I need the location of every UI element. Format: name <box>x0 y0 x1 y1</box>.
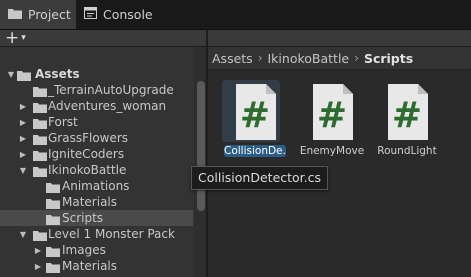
expand-arrow-icon[interactable]: ▼ <box>18 226 28 242</box>
tree-item-label: Animations <box>62 179 130 193</box>
asset-name: CollisionDe... <box>224 145 286 157</box>
folder-tree: ▼ Assets _TerrainAutoUpgrade ▶ Adventure… <box>0 47 206 277</box>
chevron-right-icon: › <box>257 51 263 65</box>
expand-arrow-icon[interactable]: ▶ <box>18 114 28 130</box>
tree-item-label: _TerrainAutoUpgrade <box>48 83 174 97</box>
tree-item-label: Forst <box>48 115 78 129</box>
csharp-script-icon: # <box>228 82 282 142</box>
breadcrumb-item-ikinokobattle[interactable]: IkinokoBattle <box>268 51 350 66</box>
tab-project[interactable]: Project <box>0 0 76 29</box>
tree-item[interactable]: ▶ Materials <box>0 258 193 274</box>
asset-name: EnemyMove <box>299 145 365 157</box>
chevron-right-icon: › <box>354 51 359 65</box>
filename-tooltip: CollisionDetector.cs <box>191 166 329 190</box>
folder-icon <box>46 262 60 276</box>
tree-item-label: IkinokoBattle <box>48 163 127 177</box>
tree-scrollbar-thumb[interactable] <box>197 81 205 211</box>
expand-arrow-icon[interactable]: ▼ <box>18 162 28 178</box>
tree-item-scripts[interactable]: Scripts <box>0 210 193 226</box>
tree-item-label: Assets <box>35 67 80 81</box>
tree-item[interactable]: ▶ IgniteCoders <box>0 146 193 162</box>
tree-item-label: GrassFlowers <box>48 131 129 145</box>
plus-icon: + <box>5 27 20 48</box>
expand-arrow-icon[interactable]: ▶ <box>33 242 43 258</box>
expand-arrow-icon[interactable]: ▶ <box>18 98 28 114</box>
tree-item-assets[interactable]: ▼ Assets <box>0 66 193 82</box>
tree-item[interactable]: ▶ GrassFlowers <box>0 130 193 146</box>
tree-item[interactable]: _TerrainAutoUpgrade <box>0 82 193 98</box>
folder-icon <box>8 8 22 22</box>
tree-item[interactable]: ▶ Adventures_woman <box>0 98 193 114</box>
expand-arrow-icon[interactable]: ▶ <box>18 146 28 162</box>
tree-item-label: Images <box>62 243 106 257</box>
project-toolbar: + ▾ <box>0 27 471 48</box>
breadcrumb-item-scripts[interactable]: Scripts <box>364 51 413 66</box>
tree-item[interactable]: Animations <box>0 178 193 194</box>
tree-item[interactable]: ▶ Forst <box>0 114 193 130</box>
svg-text:#: # <box>392 95 422 136</box>
window-tab-bar: Project Console <box>0 0 471 29</box>
tree-item-label: Materials <box>62 259 118 273</box>
expand-arrow-icon[interactable]: ▼ <box>6 66 16 82</box>
expand-arrow-icon[interactable]: ▶ <box>18 130 28 146</box>
tree-item-label: IgniteCoders <box>48 147 125 161</box>
chevron-down-icon: ▾ <box>21 32 26 43</box>
breadcrumb: Assets › IkinokoBattle › Scripts <box>208 47 471 70</box>
tree-item[interactable]: Materials <box>0 194 193 210</box>
asset-name: RoundLight <box>377 145 437 157</box>
tree-item-label: Scripts <box>62 211 104 225</box>
tree-scrollbar[interactable] <box>194 47 206 277</box>
svg-text:#: # <box>317 95 347 136</box>
tab-console[interactable]: Console <box>76 0 160 29</box>
tree-item[interactable]: ▼ IkinokoBattle <box>0 162 193 178</box>
console-icon <box>84 7 97 22</box>
create-button[interactable]: + ▾ <box>5 27 26 48</box>
csharp-script-icon: # <box>380 82 434 142</box>
expand-arrow-icon[interactable]: ▶ <box>33 258 43 274</box>
svg-text:#: # <box>240 95 270 136</box>
tree-item-label: Level 1 Monster Pack <box>48 227 175 241</box>
tree-item-label: Materials <box>62 195 118 209</box>
csharp-script-icon: # <box>305 82 359 142</box>
breadcrumb-item-assets[interactable]: Assets <box>212 51 253 66</box>
tree-item-label: Adventures_woman <box>48 99 167 113</box>
tree-item[interactable]: ▶ Images <box>0 242 193 258</box>
tab-console-label: Console <box>103 7 153 22</box>
tree-item[interactable]: ▼ Level 1 Monster Pack <box>0 226 193 242</box>
tab-project-label: Project <box>28 7 71 22</box>
